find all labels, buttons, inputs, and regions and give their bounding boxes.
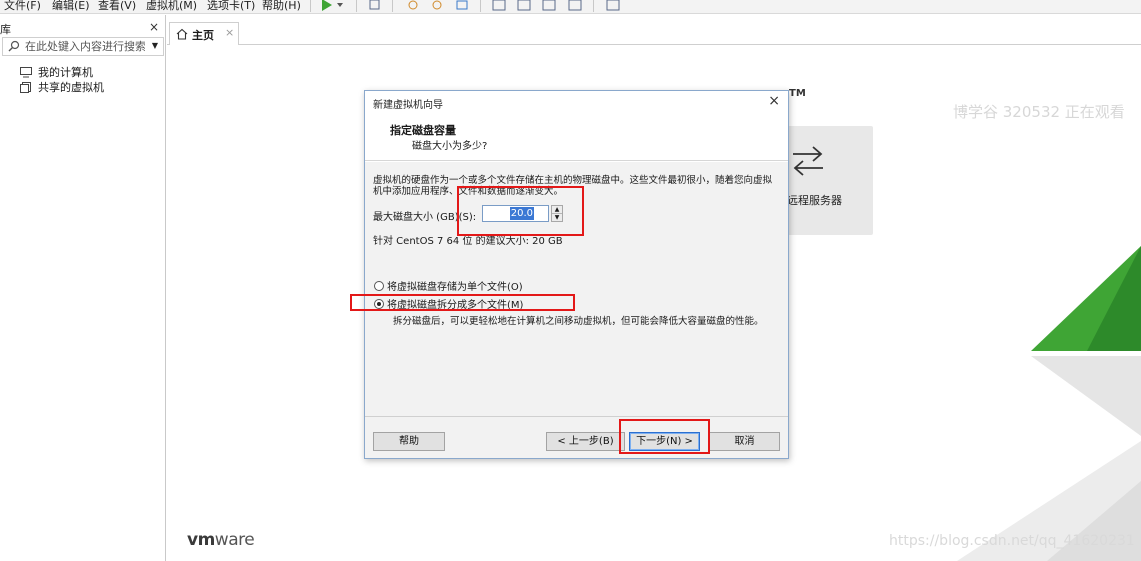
snapshot-icon[interactable] — [406, 0, 420, 11]
dialog-body: 虚拟机的硬盘作为一个或多个文件存储在主机的物理磁盘中。这些文件最初很小，随着您向… — [365, 162, 788, 416]
toolbar-separator — [392, 0, 393, 12]
search-icon — [8, 40, 20, 52]
watermark-top: 博学谷 320532 正在观看 — [953, 103, 1125, 121]
menu-tabs[interactable]: 选项卡(T) — [207, 0, 255, 13]
library-close-button[interactable]: × — [149, 20, 159, 34]
menu-view[interactable]: 查看(V) — [98, 0, 136, 13]
radio-single-file[interactable]: 将虚拟磁盘存储为单个文件(O) — [374, 278, 523, 293]
remote-server-label: 远程服务器 — [787, 194, 842, 207]
vmware-window: 文件(F) 编辑(E) 查看(V) 虚拟机(M) 选项卡(T) 帮助(H) 库 … — [0, 0, 1141, 561]
trademark-mark: TM — [789, 88, 806, 99]
disk-description: 虚拟机的硬盘作为一个或多个文件存储在主机的物理磁盘中。这些文件最初很小，随着您向… — [373, 175, 773, 197]
library-title: 库 — [0, 23, 11, 36]
max-disk-size-label: 最大磁盘大小 (GB)(S): — [373, 212, 477, 223]
dialog-header: 指定磁盘容量 磁盘大小为多少? — [365, 115, 788, 161]
console-view-icon[interactable] — [542, 0, 556, 11]
tree-item-label: 共享的虚拟机 — [38, 81, 104, 94]
watermark-bottom: https://blog.csdn.net/qq_41620231 — [889, 533, 1135, 549]
library-search[interactable]: ▼ — [2, 37, 164, 56]
library-panel: 库 × ▼ 我的计算机 共享的虚拟机 — [0, 15, 166, 561]
toolbar-separator — [593, 0, 594, 12]
menu-file[interactable]: 文件(F) — [4, 0, 41, 13]
max-disk-size-field[interactable]: 20.0 — [482, 205, 549, 222]
cancel-button[interactable]: 取消 — [709, 432, 780, 451]
disk-size-spinner[interactable]: ▲ ▼ — [551, 205, 563, 222]
snapshot-manager-icon[interactable] — [455, 0, 469, 11]
search-dropdown-icon[interactable]: ▼ — [152, 41, 158, 50]
dialog-title: 新建虚拟机向导 — [373, 100, 443, 111]
new-vm-wizard-dialog: 新建虚拟机向导 × 指定磁盘容量 磁盘大小为多少? 虚拟机的硬盘作为一个或多个文… — [364, 90, 789, 459]
send-keys-icon[interactable] — [368, 0, 382, 11]
library-header: 库 × — [0, 19, 166, 36]
search-input[interactable] — [25, 39, 145, 54]
play-icon[interactable] — [320, 0, 334, 11]
radio-split-indicator[interactable] — [374, 299, 384, 309]
play-dropdown-icon[interactable] — [336, 0, 344, 11]
tree-item-my-computer[interactable]: 我的计算机 — [0, 65, 166, 80]
tree-item-label: 我的计算机 — [38, 66, 93, 79]
connect-remote-server-tile[interactable]: 远程服务器 — [777, 126, 873, 235]
dialog-footer: 帮助 < 上一步(B) 下一步(N) > 取消 — [365, 416, 788, 458]
vmware-logo: vmware — [187, 530, 255, 550]
help-button[interactable]: 帮助 — [373, 432, 445, 451]
shared-vm-icon — [20, 82, 31, 93]
toolbar-separator — [310, 0, 311, 12]
computer-icon — [20, 67, 32, 78]
step-title: 指定磁盘容量 — [390, 124, 456, 137]
library-tree: 我的计算机 共享的虚拟机 — [0, 65, 166, 95]
menu-edit[interactable]: 编辑(E) — [52, 0, 90, 13]
tab-home-label: 主页 — [192, 29, 214, 42]
back-button[interactable]: < 上一步(B) — [546, 432, 625, 451]
vmware-decor-triangles — [957, 246, 1141, 561]
stretch-icon[interactable] — [568, 0, 582, 11]
max-disk-size-value[interactable]: 20.0 — [509, 207, 534, 220]
radio-single-label: 将虚拟磁盘存储为单个文件(O) — [387, 282, 523, 293]
tab-home[interactable]: 主页 × — [169, 22, 239, 45]
home-icon — [176, 28, 188, 40]
full-screen-icon[interactable] — [492, 0, 506, 11]
unity-icon[interactable] — [517, 0, 531, 11]
recommended-size-text: 针对 CentOS 7 64 位 的建议大小: 20 GB — [373, 236, 563, 247]
menu-vm[interactable]: 虚拟机(M) — [146, 0, 197, 13]
toolbar-separator — [356, 0, 357, 12]
menu-help[interactable]: 帮助(H) — [262, 0, 301, 13]
tab-strip: 主页 × — [167, 15, 1141, 45]
spin-up-icon[interactable]: ▲ — [552, 206, 562, 213]
dialog-titlebar[interactable]: 新建虚拟机向导 × — [365, 91, 788, 115]
step-subtitle: 磁盘大小为多少? — [412, 141, 488, 152]
radio-single-indicator[interactable] — [374, 281, 384, 291]
next-button[interactable]: 下一步(N) > — [629, 432, 700, 451]
revert-snapshot-icon[interactable] — [430, 0, 444, 11]
arrows-exchange-icon — [793, 146, 823, 176]
split-description: 拆分磁盘后，可以更轻松地在计算机之间移动虚拟机，但可能会降低大容量磁盘的性能。 — [393, 316, 764, 327]
menubar: 文件(F) 编辑(E) 查看(V) 虚拟机(M) 选项卡(T) 帮助(H) — [0, 0, 1141, 14]
terminal-icon[interactable] — [606, 0, 620, 11]
spin-down-icon[interactable]: ▼ — [552, 213, 562, 221]
radio-split-files[interactable]: 将虚拟磁盘拆分成多个文件(M) — [374, 296, 523, 311]
toolbar-separator — [480, 0, 481, 12]
radio-split-label: 将虚拟磁盘拆分成多个文件(M) — [387, 300, 524, 311]
tree-item-shared-vms[interactable]: 共享的虚拟机 — [0, 80, 166, 95]
tab-close-icon[interactable]: × — [225, 26, 234, 39]
dialog-close-button[interactable]: × — [768, 93, 780, 109]
